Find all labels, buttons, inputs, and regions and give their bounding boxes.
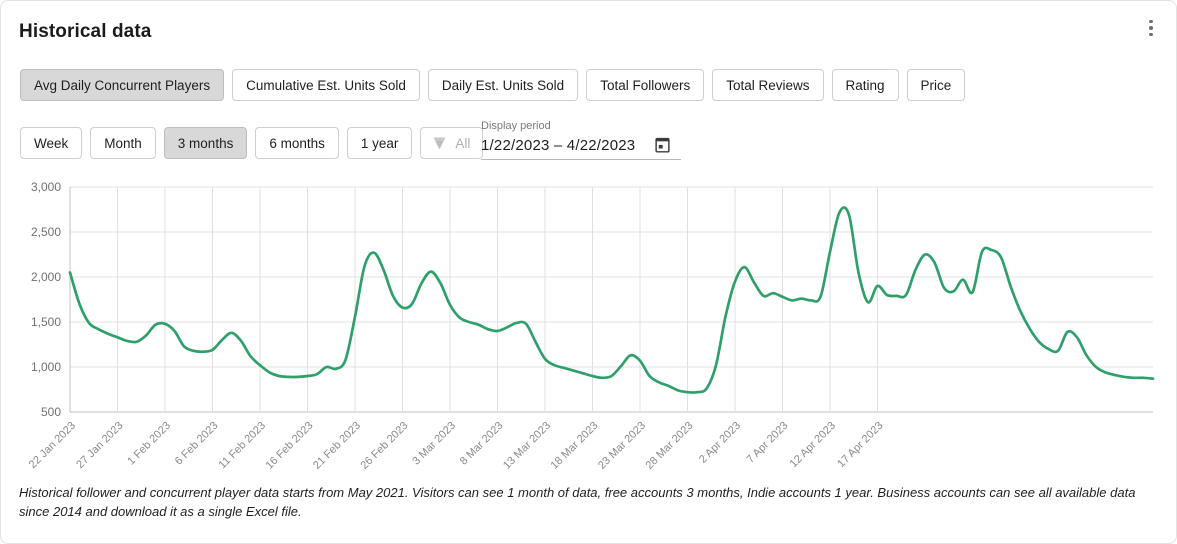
- historical-data-card: Historical data Avg Daily Concurrent Pla…: [0, 0, 1177, 544]
- page-title: Historical data: [19, 21, 152, 42]
- period-button-group: Week Month 3 months 6 months 1 year All: [20, 127, 484, 159]
- chart-gridlines: [69, 186, 1153, 413]
- chart-y-tick-label: 1,000: [31, 360, 61, 374]
- metric-button-group: Avg Daily Concurrent Players Cumulative …: [20, 69, 966, 101]
- period-button-all-label: All: [455, 135, 471, 151]
- chart-y-tick-label: 2,500: [31, 225, 61, 239]
- kebab-dot: [1149, 19, 1153, 24]
- chart-y-tick-label: 500: [41, 405, 61, 419]
- footnote-text: Historical follower and concurrent playe…: [19, 485, 1136, 519]
- metric-button-rating[interactable]: Rating: [831, 69, 899, 101]
- chart-x-tick-label: 22 Jan 2023: [27, 420, 78, 471]
- period-button-3-months[interactable]: 3 months: [163, 127, 248, 159]
- kebab-menu-icon[interactable]: [1138, 11, 1164, 45]
- chart-x-tick-label: 1 Feb 2023: [125, 420, 173, 468]
- chart-x-axis-labels: 22 Jan 202327 Jan 2023 1 Feb 2023 6 Feb 20…: [27, 420, 886, 472]
- chart-x-tick-label: 2 Apr 2023: [697, 420, 743, 466]
- chart-svg: 500 1,000 1,500 2,000 2,500 3,000 22 Jan 2023…: [27, 180, 1155, 472]
- chart-x-tick-label: 11 Feb 2023: [217, 420, 269, 472]
- period-button-1-year[interactable]: 1 year: [346, 127, 413, 159]
- chart-x-tick-label: 7 Apr 2023: [745, 420, 791, 466]
- chart-x-tick-label: 8 Mar 2023: [458, 420, 506, 468]
- display-period-body[interactable]: 1/22/2023 – 4/22/2023: [481, 135, 681, 160]
- chart-x-tick-label: 23 Mar 2023: [596, 420, 648, 472]
- chart-x-tick-label: 18 Mar 2023: [548, 420, 600, 472]
- display-period-label: Display period: [481, 120, 551, 132]
- chart-y-tick-label: 2,000: [31, 270, 61, 284]
- chart-x-tick-label: 17 Apr 2023: [835, 420, 885, 470]
- kebab-dot: [1149, 26, 1153, 30]
- chart-x-tick-label: 26 Feb 2023: [358, 420, 410, 472]
- period-button-month[interactable]: Month: [90, 127, 156, 159]
- display-period-field[interactable]: Display period 1/22/2023 – 4/22/2023: [481, 120, 681, 160]
- chart-x-tick-label: 16 Feb 2023: [263, 420, 315, 472]
- chart-x-tick-label: 6 Feb 2023: [173, 420, 221, 468]
- chart-series-line: [68, 206, 1155, 394]
- display-period-value: 1/22/2023 – 4/22/2023: [481, 136, 636, 154]
- metric-button-price[interactable]: Price: [906, 69, 966, 101]
- metric-button-daily-est-units-sold[interactable]: Daily Est. Units Sold: [427, 69, 579, 101]
- chart-y-tick-label: 3,000: [31, 180, 61, 194]
- metric-button-total-reviews[interactable]: Total Reviews: [712, 69, 824, 101]
- metric-button-cumulative-est-units-sold[interactable]: Cumulative Est. Units Sold: [232, 69, 420, 101]
- chart-x-tick-label: 13 Mar 2023: [501, 420, 553, 472]
- chart-x-tick-label: 3 Mar 2023: [410, 420, 458, 468]
- chart-x-tick-label: 27 Jan 2023: [74, 420, 125, 471]
- metric-button-total-followers[interactable]: Total Followers: [586, 69, 705, 101]
- historical-data-chart[interactable]: 500 1,000 1,500 2,000 2,500 3,000 22 Jan 2023…: [1, 177, 1176, 477]
- chart-x-tick-label: 21 Feb 2023: [311, 420, 363, 472]
- chart-y-axis-labels: 500 1,000 1,500 2,000 2,500 3,000: [31, 180, 61, 419]
- gem-premium-icon: [434, 137, 446, 149]
- chart-x-tick-label: 12 Apr 2023: [788, 420, 838, 470]
- metric-button-avg-daily-concurrent-players[interactable]: Avg Daily Concurrent Players: [20, 69, 225, 101]
- period-button-all: All: [420, 127, 484, 159]
- kebab-dot: [1149, 32, 1153, 37]
- chart-x-tick-label: 28 Mar 2023: [643, 420, 695, 472]
- period-button-6-months[interactable]: 6 months: [255, 127, 339, 159]
- calendar-icon[interactable]: [654, 136, 671, 154]
- chart-y-tick-label: 1,500: [31, 315, 61, 329]
- period-button-week[interactable]: Week: [20, 127, 83, 159]
